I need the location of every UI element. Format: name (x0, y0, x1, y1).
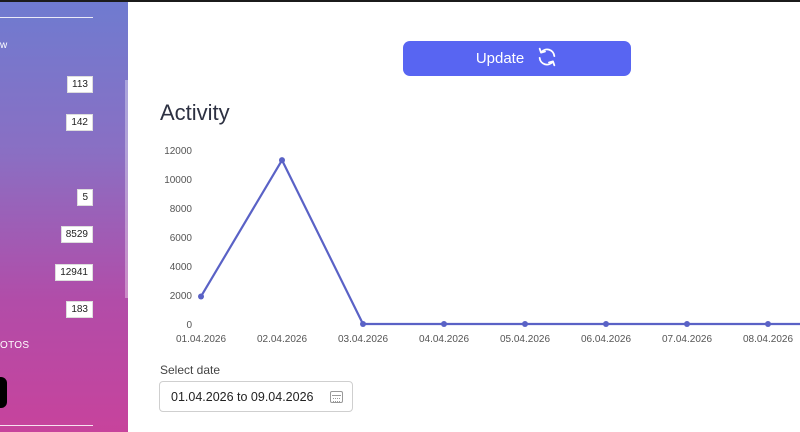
calendar-icon[interactable] (330, 391, 343, 403)
y-tick-label: 10000 (164, 175, 192, 186)
x-tick-label: 01.04.2026 (176, 334, 226, 345)
x-tick-label: 05.04.2026 (500, 334, 550, 345)
activity-chart: 0 2000 4000 6000 8000 10000 12000 01.04.2026 02.… (164, 146, 800, 345)
data-point[interactable] (279, 157, 285, 164)
count-badge: 113 (67, 76, 93, 93)
data-point[interactable] (603, 321, 609, 327)
data-point[interactable] (441, 321, 447, 327)
count-badge: 5 (77, 189, 93, 206)
update-button[interactable]: Update (403, 41, 631, 76)
sidebar-header-text: w (0, 40, 8, 51)
date-label: Select date (160, 363, 221, 377)
count-badge: 8529 (60, 226, 93, 243)
data-point[interactable] (522, 321, 528, 327)
y-tick-label: 8000 (170, 204, 193, 215)
y-tick-label: 0 (186, 320, 192, 331)
x-tick-label: 02.04.2026 (257, 334, 307, 345)
count-badge: 12941 (55, 264, 93, 281)
data-point[interactable] (684, 321, 690, 327)
x-tick-label: 03.04.2026 (338, 334, 388, 345)
x-tick-label: 04.04.2026 (419, 334, 469, 345)
data-point[interactable] (360, 321, 366, 327)
refresh-icon (536, 46, 558, 72)
count-badge: 142 (66, 114, 93, 131)
series-line (200, 159, 800, 326)
data-point[interactable] (765, 321, 771, 327)
sidebar: w 113 142 5 8529 12941 183 OTOS (0, 2, 128, 432)
y-tick-label: 6000 (170, 233, 193, 244)
y-tick-label: 4000 (170, 262, 193, 273)
x-tick-label: 08.04.2026 (743, 334, 793, 345)
sidebar-scrollbar[interactable] (125, 80, 128, 298)
data-point[interactable] (198, 293, 204, 300)
x-tick-label: 06.04.2026 (581, 334, 631, 345)
y-tick-label: 2000 (170, 291, 193, 302)
sidebar-section-label: OTOS (0, 340, 30, 351)
page-title: Activity (160, 100, 230, 125)
sidebar-button[interactable] (0, 377, 7, 408)
sidebar-divider-bottom (0, 425, 93, 426)
count-badge: 183 (66, 301, 93, 318)
update-button-label: Update (475, 50, 525, 67)
date-range-input[interactable]: 01.04.2026 to 09.04.2026 (159, 381, 353, 412)
y-tick-label: 12000 (164, 146, 192, 157)
date-range-value: 01.04.2026 to 09.04.2026 (171, 389, 314, 404)
x-tick-label: 07.04.2026 (662, 334, 712, 345)
sidebar-divider-top (0, 17, 93, 18)
